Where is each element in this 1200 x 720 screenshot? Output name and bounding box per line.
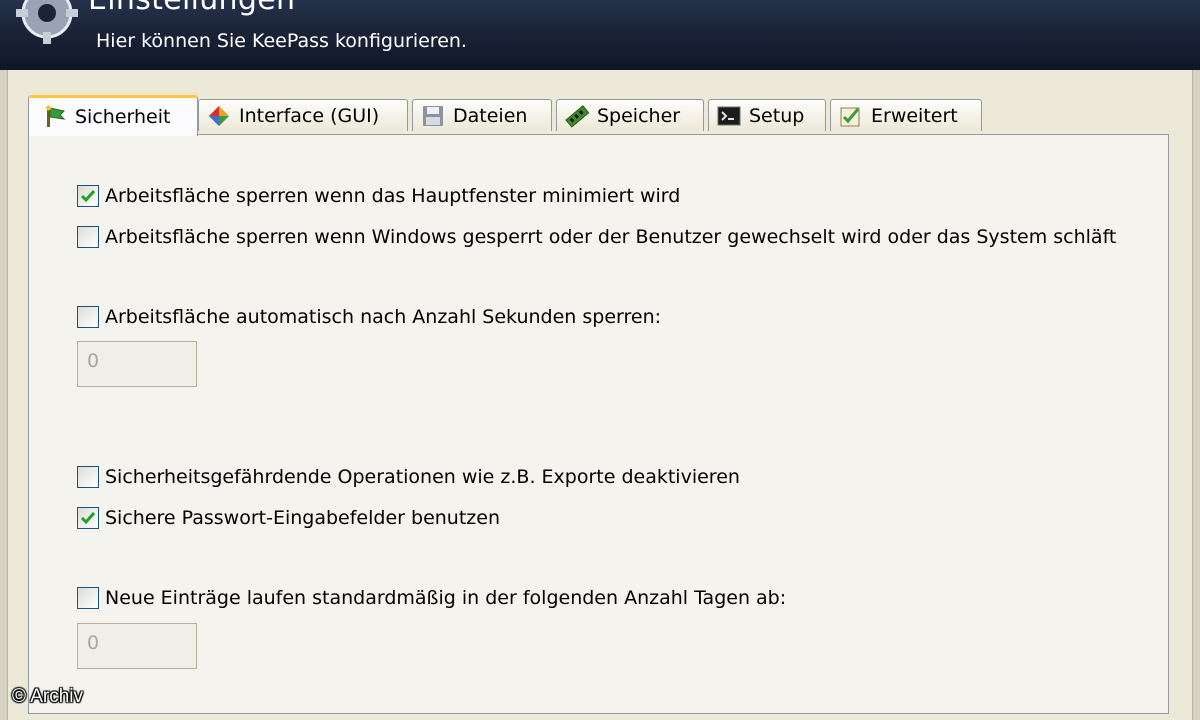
tab-panel-sicherheit: Arbeitsfläche sperren wenn das Hauptfens… bbox=[28, 134, 1169, 714]
tab-label: Speicher bbox=[597, 104, 681, 127]
checkmark-icon bbox=[80, 190, 96, 203]
dialog-banner: Einstellungen Hier können Sie KeePass ko… bbox=[0, 0, 1200, 70]
tab-bar: Sicherheit Interface (GUI) Dateien Speic… bbox=[28, 95, 1028, 136]
tab-interface[interactable]: Interface (GUI) bbox=[198, 99, 408, 131]
lock-on-windows-lock-checkbox[interactable]: Arbeitsfläche sperren wenn Windows gespe… bbox=[77, 226, 1116, 248]
checkbox-label: Arbeitsfläche sperren wenn Windows gespe… bbox=[105, 226, 1117, 248]
tab-label: Erweitert bbox=[871, 104, 958, 127]
checkbox-label: Neue Einträge laufen standardmäßig in de… bbox=[105, 587, 787, 609]
checkbox-box[interactable] bbox=[77, 306, 99, 328]
checkbox-box[interactable] bbox=[77, 226, 99, 248]
frame-left bbox=[0, 70, 8, 720]
secure-edit-controls-checkbox[interactable]: Sichere Passwort-Eingabefelder benutzen bbox=[77, 507, 500, 529]
interface-icon bbox=[209, 105, 229, 126]
console-icon bbox=[717, 106, 741, 125]
disable-insecure-operations-checkbox[interactable]: Sicherheitsgefährdende Operationen wie z… bbox=[77, 466, 740, 488]
tab-sicherheit[interactable]: Sicherheit bbox=[28, 95, 198, 136]
tab-setup[interactable]: Setup bbox=[708, 99, 826, 131]
auto-lock-checkbox[interactable]: Arbeitsfläche automatisch nach Anzahl Se… bbox=[77, 306, 661, 328]
checkbox-box[interactable] bbox=[77, 507, 99, 529]
advanced-icon bbox=[840, 107, 860, 126]
memory-icon bbox=[565, 104, 589, 128]
security-flag-icon bbox=[46, 105, 66, 127]
tab-label: Sicherheit bbox=[75, 106, 171, 128]
tab-erweitert[interactable]: Erweitert bbox=[830, 99, 982, 131]
auto-lock-seconds-input: 0 bbox=[77, 341, 197, 387]
tab-speicher[interactable]: Speicher bbox=[556, 99, 704, 131]
tab-label: Dateien bbox=[453, 104, 528, 127]
checkbox-box[interactable] bbox=[77, 587, 99, 609]
checkmark-icon bbox=[80, 512, 96, 525]
dialog-title: Einstellungen bbox=[88, 0, 295, 17]
default-expiry-checkbox[interactable]: Neue Einträge laufen standardmäßig in de… bbox=[77, 587, 786, 609]
checkbox-label: Arbeitsfläche sperren wenn das Hauptfens… bbox=[105, 185, 681, 207]
checkbox-label: Sichere Passwort-Eingabefelder benutzen bbox=[105, 507, 500, 529]
tab-dateien[interactable]: Dateien bbox=[412, 99, 552, 131]
tab-label: Setup bbox=[749, 104, 805, 127]
floppy-disk-icon bbox=[423, 105, 443, 126]
tab-label: Interface (GUI) bbox=[239, 104, 380, 127]
default-expiry-days-input: 0 bbox=[77, 623, 197, 669]
checkbox-box[interactable] bbox=[77, 185, 99, 207]
copyright-watermark: © Archiv bbox=[12, 686, 84, 707]
checkbox-label: Arbeitsfläche automatisch nach Anzahl Se… bbox=[105, 306, 662, 328]
frame-right bbox=[1192, 70, 1200, 720]
checkbox-label: Sicherheitsgefährdende Operationen wie z… bbox=[105, 466, 740, 488]
dialog-subtitle: Hier können Sie KeePass konfigurieren. bbox=[96, 30, 467, 52]
checkbox-box[interactable] bbox=[77, 466, 99, 488]
lock-on-minimize-checkbox[interactable]: Arbeitsfläche sperren wenn das Hauptfens… bbox=[77, 185, 680, 207]
gears-icon bbox=[16, 0, 78, 44]
